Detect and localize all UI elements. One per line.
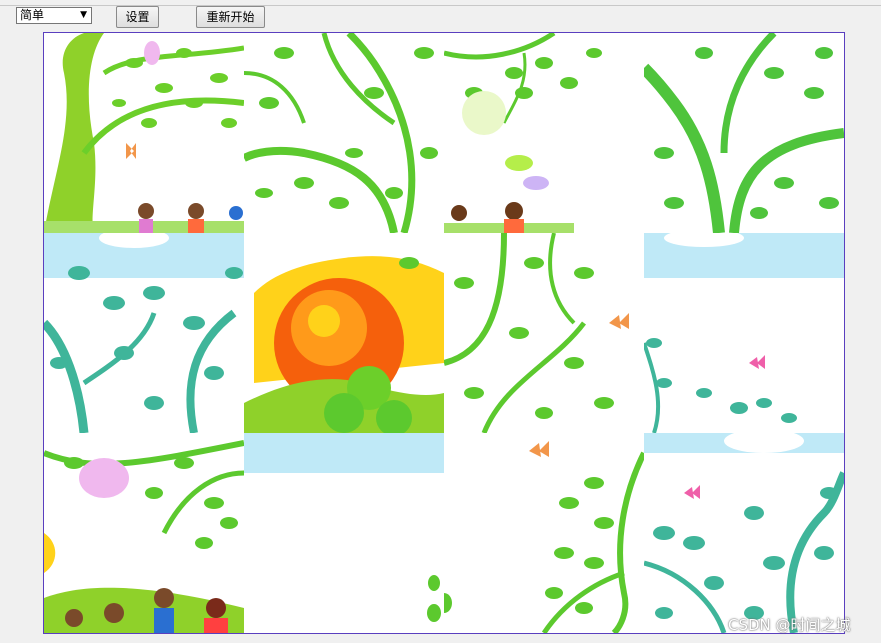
puzzle-tile[interactable]	[44, 233, 244, 433]
puzzle-tile[interactable]	[444, 33, 644, 233]
puzzle-tile[interactable]	[244, 33, 444, 233]
puzzle-tile[interactable]	[644, 233, 844, 433]
puzzle-tile[interactable]	[444, 233, 644, 433]
toolbar: 简单 ▼ 设置 重新开始	[0, 0, 881, 33]
watermark: CSDN @时间之城	[728, 616, 851, 634]
puzzle-tile[interactable]	[44, 433, 244, 633]
puzzle-tile[interactable]	[444, 433, 644, 633]
puzzle-board	[43, 32, 845, 634]
difficulty-select[interactable]: 简单 ▼	[16, 7, 92, 24]
puzzle-tile[interactable]	[644, 433, 844, 633]
settings-button[interactable]: 设置	[116, 6, 159, 28]
puzzle-tile[interactable]	[244, 433, 444, 633]
puzzle-tile[interactable]	[644, 33, 844, 233]
puzzle-tile[interactable]	[244, 233, 444, 433]
puzzle-tile[interactable]	[44, 33, 244, 233]
restart-button[interactable]: 重新开始	[196, 6, 265, 28]
chevron-down-icon: ▼	[80, 10, 87, 20]
difficulty-select-value: 简单	[20, 8, 45, 22]
